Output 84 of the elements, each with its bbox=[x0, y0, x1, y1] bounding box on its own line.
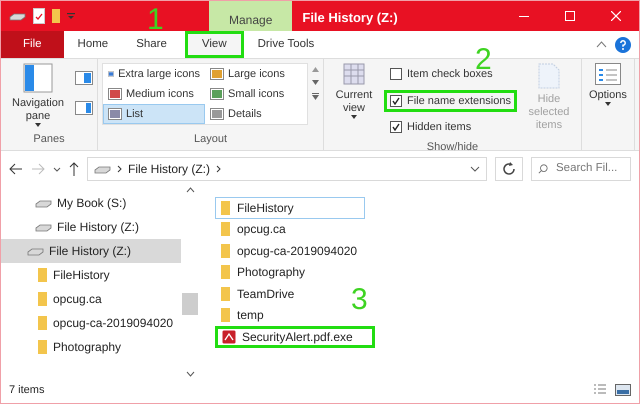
maximize-icon[interactable] bbox=[565, 11, 575, 21]
file-tab[interactable]: File bbox=[1, 31, 64, 58]
folder-icon bbox=[37, 339, 48, 355]
help-icon[interactable] bbox=[615, 36, 631, 52]
folder-icon bbox=[220, 307, 231, 324]
nav-item[interactable]: File History (Z:) bbox=[1, 215, 181, 239]
item-count: 7 items bbox=[9, 382, 44, 398]
breadcrumb-item[interactable]: File History (Z:) bbox=[128, 160, 210, 178]
layout-option[interactable]: List bbox=[103, 104, 205, 124]
folder-icon[interactable] bbox=[51, 8, 61, 24]
navigation-pane-button[interactable]: Navigation pane bbox=[5, 63, 71, 130]
group-label: Show/hide bbox=[426, 140, 480, 154]
group-label: Layout bbox=[192, 132, 228, 146]
caret-icon[interactable] bbox=[53, 166, 61, 172]
folder-icon bbox=[220, 200, 231, 216]
folder-item[interactable]: Photography bbox=[215, 262, 310, 283]
caret-icon bbox=[604, 102, 611, 106]
contextual-tab[interactable]: Manage bbox=[209, 1, 292, 31]
document-icon bbox=[538, 63, 560, 89]
checkbox[interactable]: File name extensions bbox=[384, 90, 517, 112]
view-icon bbox=[108, 108, 122, 120]
window-title: File History (Z:) bbox=[301, 9, 399, 27]
current-view-button[interactable]: Current view bbox=[328, 63, 380, 138]
nav-item[interactable]: Photography bbox=[1, 335, 181, 359]
table-icon bbox=[343, 63, 365, 85]
large-icons-view-icon[interactable] bbox=[615, 384, 631, 396]
chevron-down-icon[interactable] bbox=[470, 166, 480, 172]
preview-pane-icon[interactable] bbox=[75, 71, 93, 85]
folder-icon bbox=[220, 221, 231, 238]
folder-item[interactable]: opcug-ca-2019094020 bbox=[215, 240, 362, 262]
folder-item[interactable]: opcug.ca bbox=[215, 218, 291, 240]
layout-option[interactable]: Extra large icons bbox=[103, 64, 205, 84]
nav-item[interactable]: File History (Z:) bbox=[1, 239, 181, 263]
scroll-down-icon[interactable] bbox=[186, 371, 194, 377]
back-icon[interactable] bbox=[9, 163, 23, 175]
checkmark-icon bbox=[392, 96, 400, 105]
view-icon bbox=[108, 88, 122, 100]
nav-item[interactable]: My Book (S:) bbox=[1, 191, 181, 215]
options-button[interactable]: Options bbox=[586, 63, 630, 150]
pane-icon bbox=[23, 63, 53, 93]
expand-icon[interactable] bbox=[312, 93, 319, 100]
address-field[interactable]: File History (Z:) bbox=[87, 157, 487, 181]
folder-icon bbox=[37, 315, 48, 331]
checkmark-icon bbox=[392, 123, 400, 132]
file-item[interactable]: SecurityAlert.pdf.exe bbox=[215, 326, 375, 348]
caret-icon bbox=[35, 123, 41, 128]
folder-icon bbox=[37, 267, 48, 283]
annotation-number: 3 bbox=[351, 285, 368, 315]
scroll-down-icon[interactable] bbox=[312, 80, 319, 85]
checkbox[interactable]: Hidden items bbox=[384, 116, 517, 138]
nav-item[interactable]: FileHistory bbox=[1, 263, 181, 287]
chevron-right-icon bbox=[117, 165, 122, 173]
folder-icon bbox=[220, 286, 231, 302]
folder-icon bbox=[37, 291, 48, 307]
checklist-icon bbox=[594, 63, 621, 85]
search-icon bbox=[538, 163, 548, 175]
checklist-icon[interactable] bbox=[33, 8, 45, 24]
layout-option[interactable]: Medium icons bbox=[103, 84, 205, 104]
layout-option[interactable]: Small icons bbox=[205, 84, 307, 104]
refresh-icon bbox=[502, 162, 516, 176]
folder-icon bbox=[220, 242, 231, 259]
caret-icon bbox=[351, 115, 357, 120]
refresh-button[interactable] bbox=[495, 157, 523, 181]
folder-item[interactable]: temp bbox=[215, 304, 269, 326]
chevron-right-icon bbox=[216, 165, 221, 173]
layout-option[interactable]: Details bbox=[205, 104, 307, 124]
scroll-up-icon[interactable] bbox=[186, 187, 194, 193]
nav-item[interactable]: opcug-ca-2019094020 bbox=[1, 311, 181, 335]
folder-item[interactable]: TeamDrive bbox=[215, 283, 300, 304]
up-arrow-icon[interactable] bbox=[69, 162, 79, 176]
view-icon bbox=[210, 68, 224, 80]
scrollbar-thumb[interactable] bbox=[182, 293, 198, 315]
close-icon[interactable] bbox=[611, 11, 621, 21]
details-pane-icon[interactable] bbox=[75, 101, 93, 115]
ribbon-tab[interactable]: View bbox=[184, 31, 244, 58]
search-field[interactable]: Search Fil... bbox=[531, 157, 631, 181]
nav-item[interactable]: opcug.ca bbox=[1, 287, 181, 311]
chevron-up-icon[interactable] bbox=[596, 41, 607, 48]
layout-option[interactable]: Large icons bbox=[205, 64, 307, 84]
view-icon bbox=[210, 88, 224, 100]
folder-item[interactable]: FileHistory bbox=[215, 197, 365, 218]
folder-icon bbox=[220, 264, 231, 280]
group-label: Panes bbox=[32, 132, 66, 146]
view-icon bbox=[210, 108, 224, 120]
